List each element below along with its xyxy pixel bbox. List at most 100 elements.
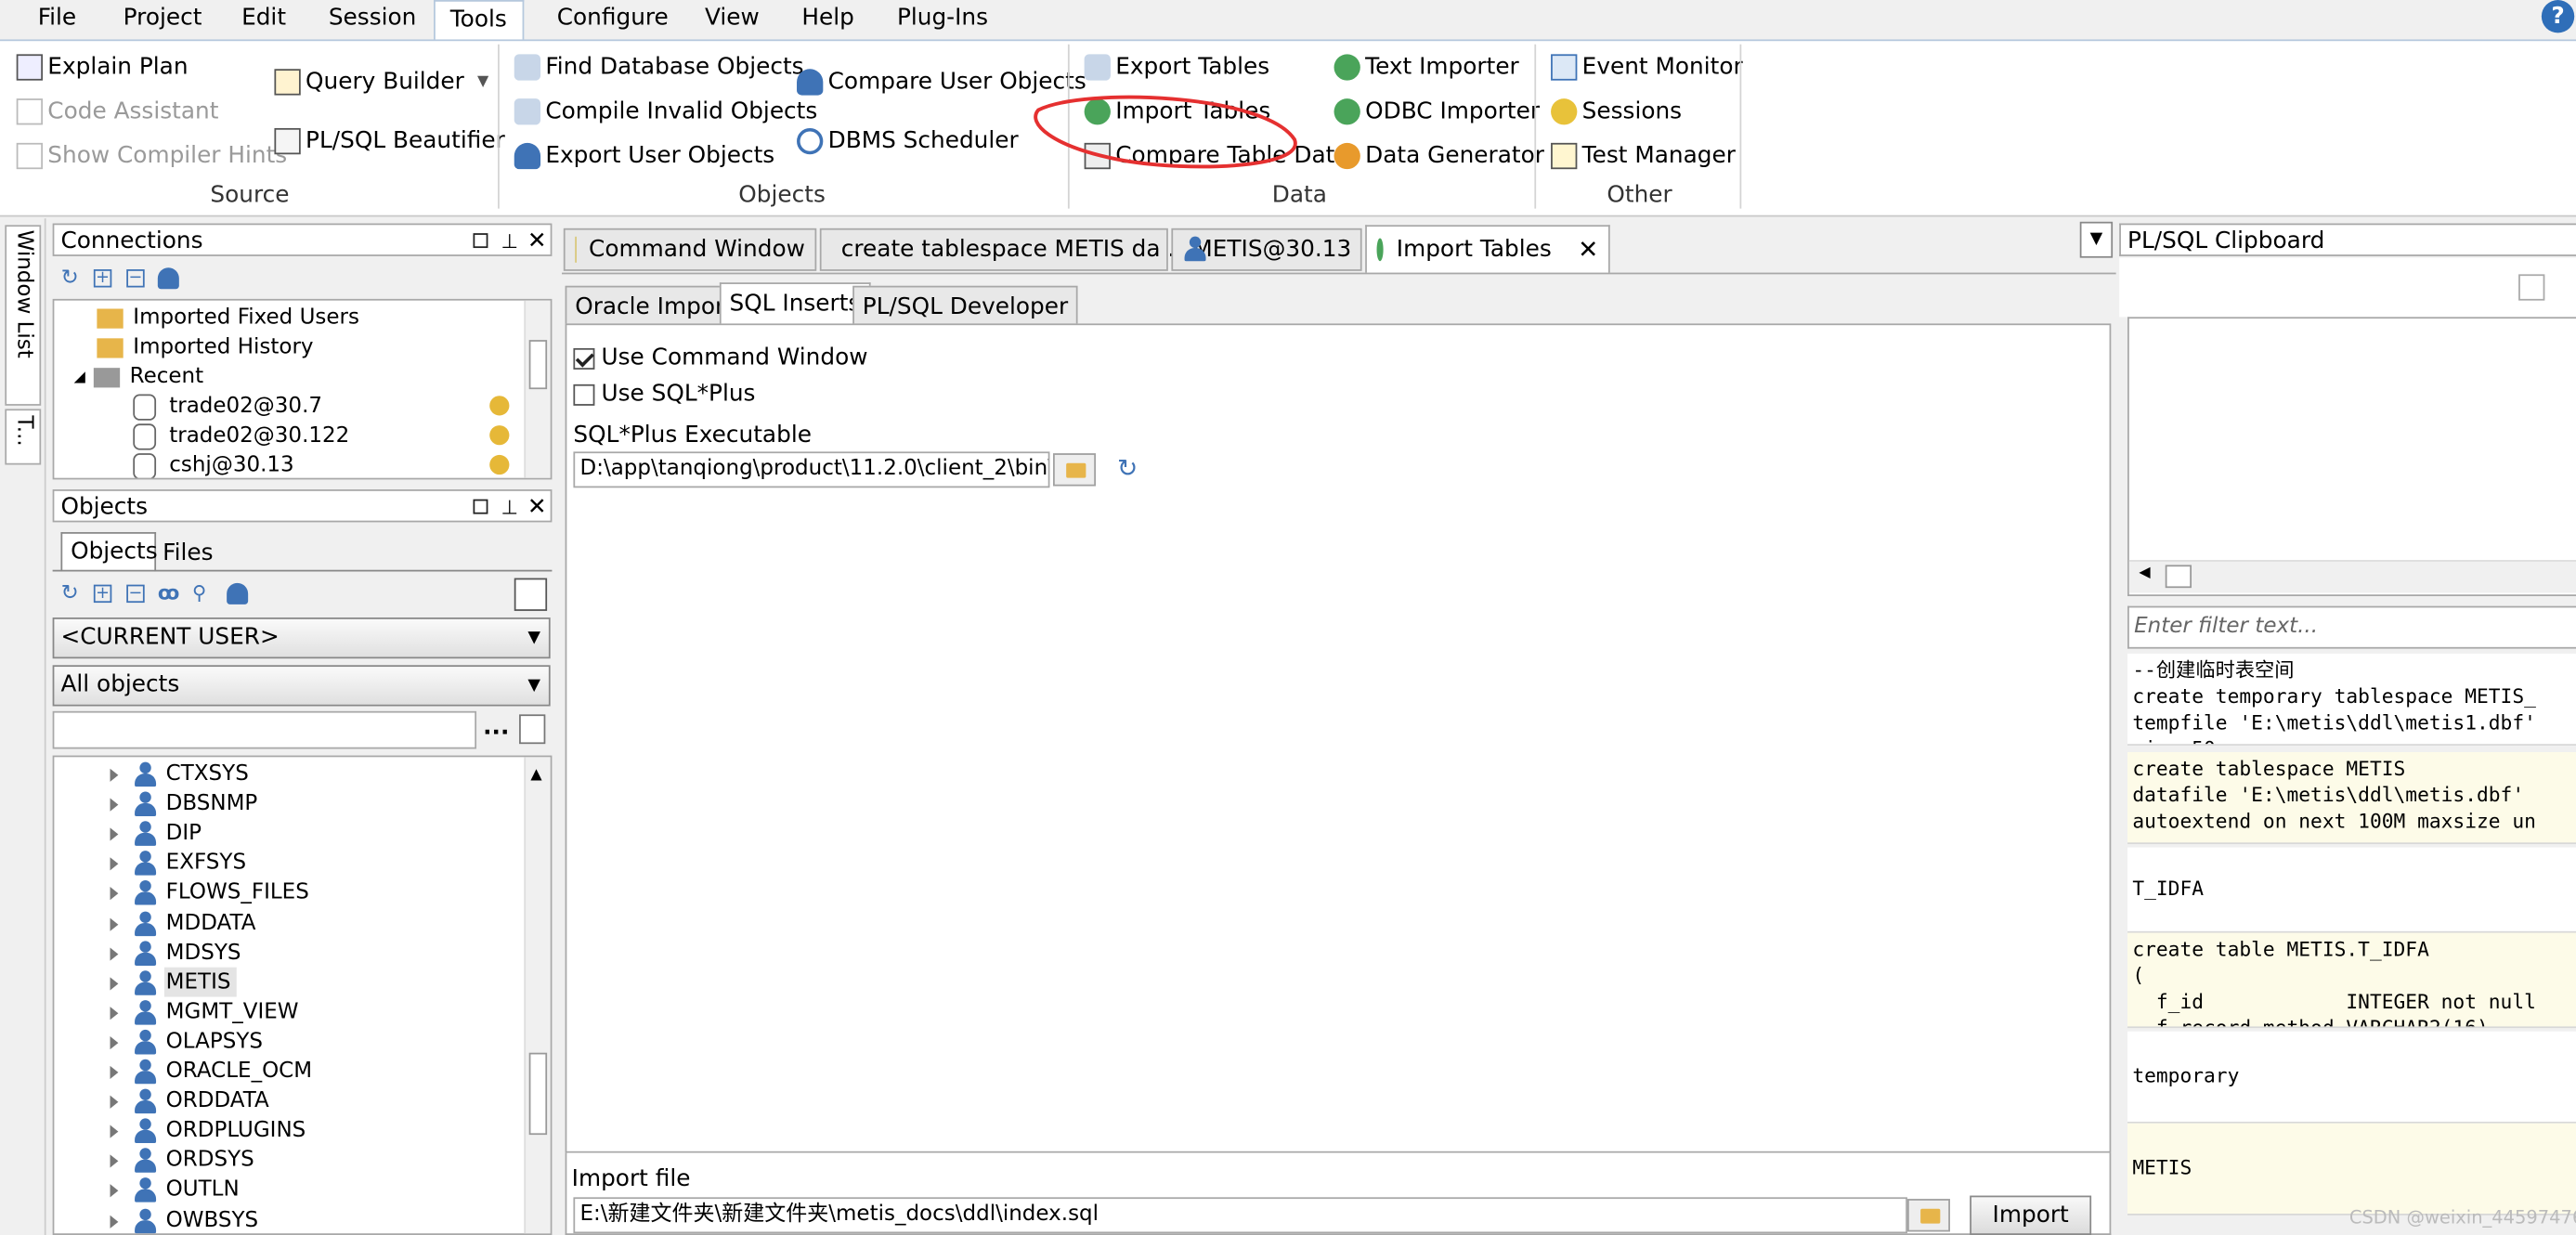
plsql-beautifier-button[interactable]: PL/SQL Beautifier — [274, 126, 505, 156]
expand-arrow-icon[interactable] — [110, 798, 119, 812]
horizontal-scrollbar[interactable]: ◀ — [2128, 560, 2576, 593]
scroll-thumb[interactable] — [2165, 565, 2192, 589]
tree-user-item[interactable]: ORDSYS — [110, 1147, 254, 1176]
clipboard-filter-input[interactable]: Enter filter text... — [2127, 605, 2576, 649]
tree-user-item[interactable]: MGMT_VIEW — [110, 998, 299, 1028]
sessions-button[interactable]: Sessions — [1551, 97, 1682, 126]
menu-file[interactable]: File — [23, 0, 91, 39]
close-icon[interactable]: ✕ — [527, 491, 547, 524]
clipboard-item[interactable]: create table METIS.T_IDFA ( f_id INTEGER… — [2127, 932, 2576, 1029]
maximize-icon[interactable] — [473, 233, 488, 249]
tree-user-item[interactable]: DBSNMP — [110, 790, 257, 820]
scroll-thumb[interactable] — [528, 1052, 548, 1136]
objects-scrollbar[interactable]: ▲ — [524, 757, 551, 1234]
tab-create-tablespace[interactable]: create tablespace METIS da ... — [819, 228, 1190, 271]
event-monitor-button[interactable]: Event Monitor — [1551, 53, 1743, 83]
object-filter-input[interactable] — [52, 710, 477, 749]
tab-files[interactable]: Files — [163, 536, 213, 572]
tab-oracle-import[interactable]: Oracle Import — [565, 285, 744, 326]
expand-arrow-icon[interactable] — [110, 768, 119, 782]
use-sqlplus-checkbox[interactable]: Use SQL*Plus — [573, 381, 755, 408]
clipboard-item[interactable]: T_IDFA — [2127, 847, 2576, 933]
tree-user-item[interactable]: OWBSYS — [110, 1206, 258, 1233]
clipboard-item[interactable]: temporary — [2127, 1031, 2576, 1124]
tree-folder-imported-history[interactable]: Imported History — [97, 333, 314, 363]
user-icon[interactable] — [227, 582, 249, 604]
text-importer-button[interactable]: Text Importer — [1334, 53, 1519, 83]
window-list-tab[interactable]: Window List — [5, 225, 42, 406]
browse-folder-button[interactable] — [1053, 453, 1097, 487]
binoculars-icon[interactable]: ꝏ — [158, 581, 179, 604]
tree-user-item[interactable]: ORACLE_OCM — [110, 1058, 312, 1087]
explain-plan-button[interactable]: Explain Plan — [16, 53, 189, 83]
expand-arrow-icon[interactable] — [110, 857, 119, 871]
tree-folder-recent[interactable]: ◢ Recent — [74, 363, 204, 393]
new-window-icon[interactable] — [514, 578, 548, 611]
tree-user-item[interactable]: MDDATA — [110, 909, 255, 939]
use-command-window-checkbox[interactable]: Use Command Window — [573, 344, 867, 371]
object-type-select[interactable]: All objects ▼ — [52, 665, 551, 707]
maximize-icon[interactable] — [473, 499, 488, 514]
browse-file-button[interactable] — [1906, 1199, 1950, 1232]
tree-user-item[interactable]: FLOWS_FILES — [110, 879, 309, 909]
tab-objects[interactable]: Objects — [60, 532, 158, 572]
expand-all-icon[interactable]: + — [93, 584, 112, 604]
menu-edit[interactable]: Edit — [227, 0, 301, 39]
collapse-all-icon[interactable]: − — [126, 584, 145, 604]
refresh-icon[interactable]: ↻ — [60, 266, 78, 292]
sqlplus-path-input[interactable]: D:\app\tanqiong\product\11.2.0\client_2\… — [573, 451, 1050, 488]
tree-user-item[interactable]: MDSYS — [110, 939, 241, 968]
scroll-thumb[interactable] — [528, 340, 548, 390]
tab-import-tables[interactable]: Import Tables ✕ — [1365, 225, 1610, 275]
tab-plsql-developer[interactable]: PL/SQL Developer — [852, 285, 1078, 326]
filter-icon[interactable]: ⚲ — [192, 581, 207, 604]
expand-arrow-icon[interactable] — [110, 916, 119, 930]
tab-command-window[interactable]: Command Window — [563, 228, 817, 271]
help-icon[interactable]: ? — [2541, 0, 2575, 33]
expand-arrow-icon[interactable] — [110, 976, 119, 990]
expand-arrow-icon[interactable] — [110, 1124, 119, 1138]
menu-project[interactable]: Project — [109, 0, 217, 39]
tree-user-item[interactable]: EXFSYS — [110, 850, 246, 879]
copy-icon[interactable] — [2518, 274, 2545, 301]
connection-item[interactable]: trade02@30.7 — [133, 393, 322, 422]
close-icon[interactable]: ✕ — [527, 225, 547, 257]
new-object-icon[interactable] — [519, 714, 546, 745]
expand-arrow-icon[interactable] — [110, 946, 119, 960]
compile-invalid-objects-button[interactable]: Compile Invalid Objects — [514, 97, 817, 126]
scroll-left-icon[interactable]: ◀ — [2139, 565, 2150, 581]
scroll-up-icon[interactable]: ▲ — [530, 767, 541, 784]
tab-sql-inserts[interactable]: SQL Inserts — [719, 282, 870, 326]
clipboard-item[interactable]: create tablespace METIS datafile 'E:\met… — [2127, 752, 2576, 845]
code-assistant-button[interactable]: Code Assistant — [16, 97, 219, 126]
find-database-objects-button[interactable]: Find Database Objects — [514, 53, 804, 83]
expand-arrow-icon[interactable] — [110, 1214, 119, 1228]
expand-arrow-icon[interactable] — [110, 827, 119, 841]
expand-arrow-icon[interactable] — [110, 1095, 119, 1109]
clipboard-item[interactable]: METIS — [2127, 1123, 2576, 1216]
collapse-all-icon[interactable]: − — [126, 269, 145, 288]
filter-options-button[interactable]: ... — [483, 714, 509, 740]
expand-arrow-icon[interactable] — [110, 887, 119, 901]
tree-user-item[interactable]: DIP — [110, 820, 202, 850]
tree-folder-imported-fixed-users[interactable]: Imported Fixed Users — [97, 304, 359, 333]
dbms-scheduler-button[interactable]: DBMS Scheduler — [797, 126, 1019, 156]
show-compiler-hints-button[interactable]: Show Compiler Hints — [16, 141, 287, 171]
tree-user-item[interactable]: OLAPSYS — [110, 1028, 263, 1058]
close-tab-icon[interactable]: ✕ — [1578, 228, 1598, 271]
pin-icon[interactable]: ⊥ — [501, 225, 518, 257]
tree-user-item[interactable]: ORDPLUGINS — [110, 1117, 306, 1147]
menu-session[interactable]: Session — [314, 0, 431, 39]
menu-plugins[interactable]: Plug-Ins — [882, 0, 1003, 39]
tree-user-item[interactable]: OUTLN — [110, 1176, 240, 1206]
tree-user-item[interactable]: CTXSYS — [110, 760, 249, 790]
connection-item[interactable]: cshj@30.13 — [133, 451, 294, 478]
import-button[interactable]: Import — [1970, 1195, 2092, 1235]
menu-tools[interactable]: Tools — [434, 0, 524, 42]
add-connection-icon[interactable] — [157, 267, 179, 290]
data-generator-button[interactable]: Data Generator — [1334, 141, 1544, 171]
pin-icon[interactable]: ⊥ — [501, 491, 518, 524]
import-file-input[interactable]: E:\新建文件夹\新建文件夹\metis_docs\ddl\index.sql — [573, 1197, 1907, 1234]
clipboard-item[interactable]: --创建临时表空间 create temporary tablespace ME… — [2127, 653, 2576, 746]
menu-help[interactable]: Help — [787, 0, 868, 39]
